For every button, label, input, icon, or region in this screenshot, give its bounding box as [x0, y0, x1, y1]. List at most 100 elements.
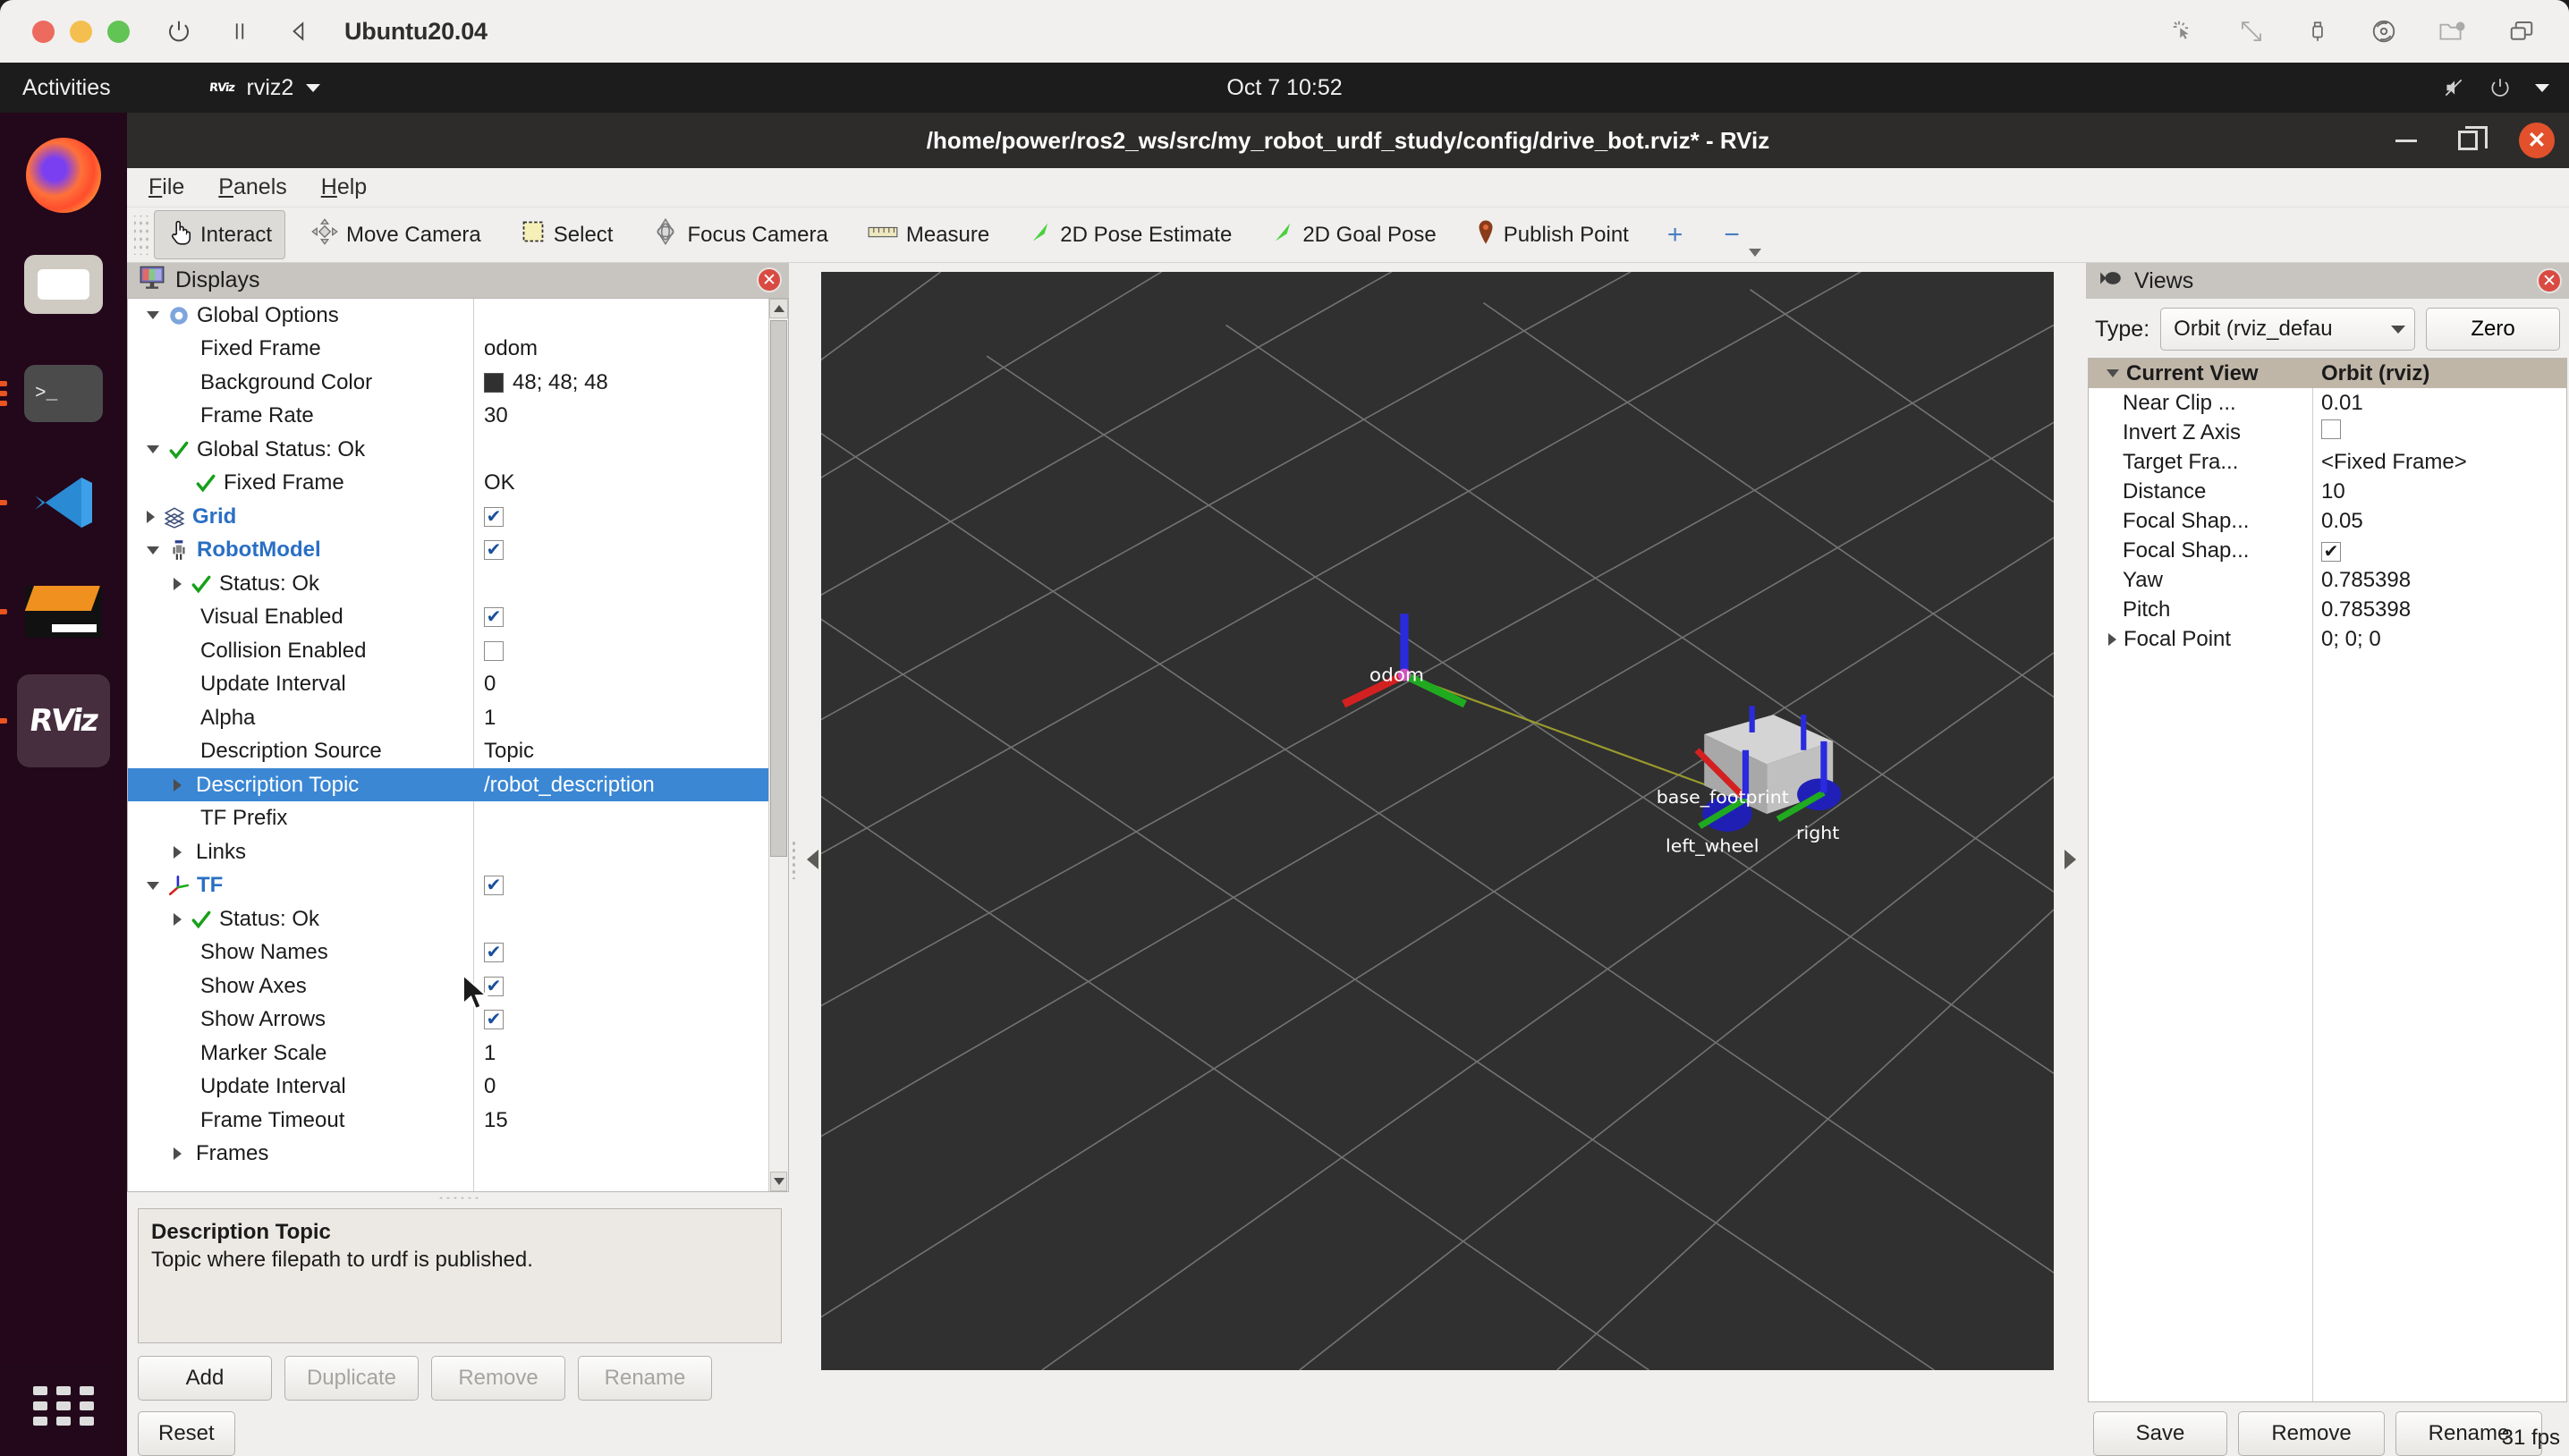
tool-select[interactable]: Select: [507, 211, 627, 258]
display-row-fixed-frame[interactable]: Fixed Frame OK: [128, 466, 788, 500]
clock[interactable]: Oct 7 10:52: [1226, 75, 1342, 101]
display-row-value-cell[interactable]: ✔: [473, 607, 788, 628]
activities-button[interactable]: Activities: [22, 75, 111, 101]
chevron-right-icon[interactable]: [2108, 632, 2116, 646]
display-row-value-cell[interactable]: ✔: [473, 976, 788, 996]
display-row-show-names[interactable]: Show Names ✔: [128, 935, 788, 969]
display-row-value-cell[interactable]: odom: [473, 336, 788, 361]
display-row-frame-timeout[interactable]: Frame Timeout 15: [128, 1104, 788, 1138]
menu-file[interactable]: File: [148, 174, 184, 200]
view-row-focal-point[interactable]: Focal Point 0; 0; 0: [2089, 624, 2566, 654]
menu-panels[interactable]: Panels: [218, 174, 286, 200]
checkbox[interactable]: [484, 640, 504, 661]
view-row-yaw[interactable]: Yaw 0.785398: [2089, 565, 2566, 595]
resize-diagonal-icon[interactable]: [2238, 18, 2265, 45]
save-button[interactable]: Save: [2093, 1411, 2227, 1456]
windows-stack-icon[interactable]: [2508, 19, 2535, 44]
tool-2d-goal-pose[interactable]: 2D Goal Pose: [1258, 211, 1449, 258]
checkbox[interactable]: ✔: [484, 943, 504, 963]
display-row-robotmodel[interactable]: RobotModel ✔: [128, 533, 788, 567]
toolbar-grip[interactable]: [134, 215, 150, 255]
mac-minimize-button[interactable]: [70, 20, 92, 43]
view-row-value-cell[interactable]: ✔: [2312, 538, 2566, 563]
display-row-alpha[interactable]: Alpha 1: [128, 701, 788, 735]
close-icon[interactable]: ✕: [2537, 268, 2562, 293]
view-row-value-cell[interactable]: 0.01: [2312, 391, 2566, 416]
view-row-value-cell[interactable]: 10: [2312, 479, 2566, 504]
chevron-down-icon[interactable]: [147, 311, 159, 320]
tool-publish-point[interactable]: Publish Point: [1463, 210, 1642, 259]
display-row-collision-enabled[interactable]: Collision Enabled: [128, 634, 788, 668]
display-row-value-cell[interactable]: Topic: [473, 739, 788, 764]
checkbox[interactable]: ✔: [484, 876, 504, 896]
display-row-value-cell[interactable]: [473, 640, 788, 661]
checkbox[interactable]: ✔: [2321, 541, 2341, 562]
close-button[interactable]: ✕: [2519, 123, 2555, 158]
display-row-value-cell[interactable]: ✔: [473, 506, 788, 527]
remove-button[interactable]: Remove: [431, 1356, 565, 1401]
view-row-value-cell[interactable]: [2312, 419, 2566, 445]
display-row-marker-scale[interactable]: Marker Scale 1: [128, 1037, 788, 1071]
zero-button[interactable]: Zero: [2426, 308, 2560, 351]
tool-move-camera[interactable]: Move Camera: [298, 210, 495, 259]
chevron-down-icon[interactable]: [147, 445, 159, 454]
view-row-distance[interactable]: Distance 10: [2089, 477, 2566, 506]
display-row-update-interval[interactable]: Update Interval 0: [128, 667, 788, 701]
dock-item-vscode[interactable]: [0, 456, 110, 549]
display-row-value-cell[interactable]: ✔: [473, 876, 788, 896]
chevron-right-icon[interactable]: [174, 577, 182, 590]
display-row-frames[interactable]: Frames: [128, 1137, 788, 1171]
display-row-status-ok[interactable]: Status: Ok: [128, 567, 788, 601]
pointer-burst-icon[interactable]: [2170, 18, 2197, 45]
display-row-background-color[interactable]: Background Color 48; 48; 48: [128, 366, 788, 400]
viewport-left-splitter[interactable]: [789, 263, 821, 1456]
dock-item-terminal[interactable]: >_: [0, 347, 110, 440]
tool-interact[interactable]: Interact: [154, 210, 286, 259]
chevron-right-icon[interactable]: [174, 1147, 182, 1161]
plus-icon[interactable]: +: [1667, 220, 1683, 250]
view-row-near-clip[interactable]: Near Clip ... 0.01: [2089, 388, 2566, 418]
color-swatch[interactable]: [484, 372, 504, 393]
usb-icon[interactable]: [2306, 18, 2329, 45]
display-row-description-source[interactable]: Description Source Topic: [128, 734, 788, 768]
checkbox[interactable]: ✔: [484, 540, 504, 561]
display-row-update-interval[interactable]: Update Interval 0: [128, 1070, 788, 1104]
close-icon[interactable]: ✕: [757, 267, 782, 293]
pause-icon[interactable]: [228, 19, 251, 44]
chevron-down-icon[interactable]: [147, 881, 159, 890]
chevron-right-icon[interactable]: [174, 912, 182, 926]
displays-splitter[interactable]: [127, 1192, 789, 1205]
view-type-select[interactable]: Orbit (rviz_defau: [2160, 308, 2415, 351]
mac-close-button[interactable]: [32, 20, 55, 43]
focused-app-menu[interactable]: RViz rviz2: [208, 75, 321, 101]
views-header-row[interactable]: Current View Orbit (rviz): [2089, 359, 2566, 388]
view-row-target-fra[interactable]: Target Fra... <Fixed Frame>: [2089, 447, 2566, 477]
dock-item-sublime[interactable]: [0, 565, 110, 658]
system-menu[interactable]: [2442, 76, 2549, 99]
checkbox[interactable]: ✔: [484, 506, 504, 527]
minus-icon[interactable]: −: [1724, 220, 1740, 250]
display-row-value-cell[interactable]: /robot_description: [473, 773, 788, 798]
dock-item-files[interactable]: [17, 238, 110, 331]
view-row-value-cell[interactable]: 0.785398: [2312, 597, 2566, 622]
disc-icon[interactable]: [2370, 18, 2397, 45]
menu-help[interactable]: Help: [321, 174, 367, 200]
add-button[interactable]: Add: [138, 1356, 272, 1401]
display-row-value-cell[interactable]: 48; 48; 48: [473, 370, 788, 395]
displays-tree[interactable]: Global Options Fixed Frame odom Background …: [127, 297, 789, 1192]
display-row-value-cell[interactable]: 1: [473, 706, 788, 731]
checkbox[interactable]: ✔: [484, 1010, 504, 1030]
dock-item-firefox[interactable]: [17, 129, 110, 222]
display-row-show-arrows[interactable]: Show Arrows ✔: [128, 1003, 788, 1037]
view-row-focal-shap[interactable]: Focal Shap... 0.05: [2089, 506, 2566, 536]
duplicate-button[interactable]: Duplicate: [284, 1356, 419, 1401]
show-applications-button[interactable]: [33, 1386, 94, 1426]
display-row-grid[interactable]: Grid ✔: [128, 500, 788, 534]
power-icon[interactable]: [165, 18, 192, 45]
display-row-visual-enabled[interactable]: Visual Enabled ✔: [128, 600, 788, 634]
render-viewport[interactable]: odom base_footprint left_wheel right: [821, 272, 2054, 1370]
view-row-pitch[interactable]: Pitch 0.785398: [2089, 595, 2566, 624]
displays-scrollbar[interactable]: [768, 298, 788, 1191]
rename-button[interactable]: Rename: [578, 1356, 712, 1401]
viewport-right-splitter[interactable]: [2054, 263, 2086, 1456]
